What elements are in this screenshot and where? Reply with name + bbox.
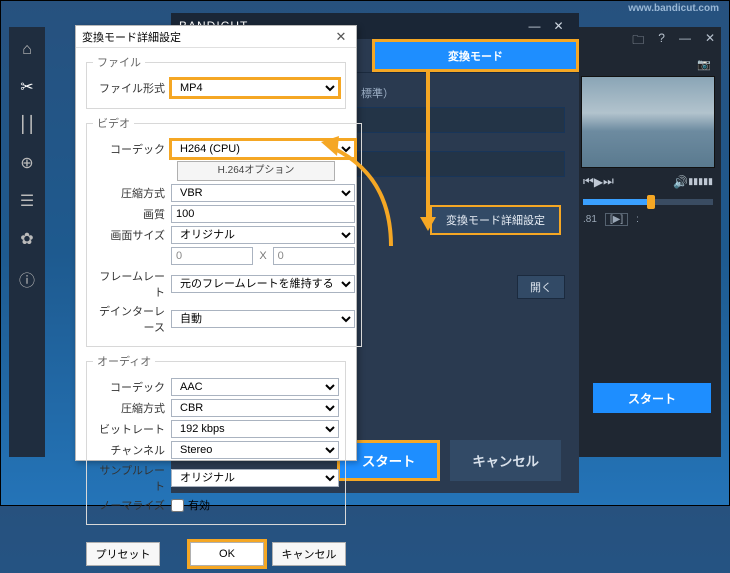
quality-label: 画質 (93, 206, 171, 222)
video-codec-select[interactable]: H264 (CPU) (171, 140, 355, 158)
ok-button[interactable]: OK (190, 542, 264, 566)
play-mark[interactable]: [▶] (605, 213, 628, 226)
camera-icon[interactable]: 📷 (697, 58, 711, 71)
video-preview (581, 76, 715, 168)
codec-label: コーデック (93, 141, 171, 157)
play-icon[interactable]: ▶ (594, 175, 603, 189)
compress-mode-select[interactable]: VBR (171, 184, 355, 202)
samplerate-select[interactable]: オリジナル (171, 469, 339, 487)
mode-detail-button[interactable]: 変換モード詳細設定 (430, 205, 561, 235)
deinterlace-select[interactable]: 自動 (171, 310, 355, 328)
bitrate-select[interactable]: 192 kbps (171, 420, 339, 438)
split-icon[interactable]: ⎮⎮ (19, 115, 36, 135)
h264-options-button[interactable]: H.264オプション (177, 161, 335, 181)
width-input[interactable] (171, 247, 253, 265)
audio-compress-label: 圧縮方式 (93, 400, 171, 416)
normalize-checkbox[interactable] (171, 499, 184, 512)
normalize-label: ノーマライズ (93, 497, 171, 513)
dialog-title: 変換モード詳細設定 (82, 29, 181, 45)
dialog-cancel-button[interactable]: キャンセル (272, 542, 346, 566)
cancel-button[interactable]: キャンセル (450, 440, 561, 481)
prev-icon[interactable]: ⏮ (583, 174, 594, 189)
main-sidebar: ⌂ ✂ ⎮⎮ ⊕ ☰ ✿ ⓘ (9, 27, 45, 457)
framerate-select[interactable]: 元のフレームレートを維持する (171, 275, 355, 293)
video-legend: ビデオ (93, 115, 134, 131)
file-legend: ファイル (93, 54, 145, 70)
screen-size-select[interactable]: オリジナル (171, 226, 355, 244)
samplerate-label: サンプルレート (93, 462, 171, 494)
channel-label: チャンネル (93, 442, 171, 458)
settings-dialog: 変換モード詳細設定 ✕ ファイル ファイル形式 MP4 ビデオ コーデック H2… (75, 25, 357, 461)
compress-mode-label: 圧縮方式 (93, 185, 171, 201)
file-format-select[interactable]: MP4 (171, 79, 339, 97)
info-icon[interactable]: ⓘ (19, 267, 35, 291)
screen-size-label: 画面サイズ (93, 227, 171, 243)
quality-input[interactable] (171, 205, 355, 223)
timeline-thumb[interactable] (647, 195, 655, 209)
deinterlace-label: デインターレース (93, 303, 171, 335)
preview-start-button[interactable]: スタート (593, 383, 711, 413)
volume-bars[interactable]: ▮▮▮▮▮ (688, 176, 713, 187)
menu-icon[interactable]: ☰ (20, 191, 34, 211)
volume-icon[interactable]: 🔊 (673, 175, 688, 189)
video-fieldset: ビデオ コーデック H264 (CPU) H.264オプション 圧縮方式 VBR… (86, 115, 362, 347)
bc-close-icon[interactable]: ✕ (547, 19, 571, 33)
audio-legend: オーディオ (93, 353, 155, 369)
settings-icon[interactable]: ✿ (20, 229, 33, 249)
dialog-close-icon[interactable]: ✕ (332, 29, 350, 45)
cut-icon[interactable]: ✂ (20, 77, 33, 97)
file-fieldset: ファイル ファイル形式 MP4 (86, 54, 346, 109)
readout-colons: : (636, 214, 639, 225)
join-icon[interactable]: ⊕ (20, 153, 33, 173)
bc-minimize-icon[interactable]: — (523, 19, 547, 33)
watermark: www.bandicut.com (628, 3, 719, 14)
file-format-label: ファイル形式 (93, 80, 171, 96)
help-icon[interactable]: ? (658, 31, 665, 52)
folder-icon[interactable]: 🗀 (632, 31, 644, 52)
preset-button[interactable]: プリセット (86, 542, 160, 566)
close-icon[interactable]: ✕ (705, 31, 715, 52)
browse-button[interactable]: 開く (517, 275, 565, 299)
audio-codec-select[interactable]: AAC (171, 378, 339, 396)
next-icon[interactable]: ⏭ (603, 174, 614, 189)
channel-select[interactable]: Stereo (171, 441, 339, 459)
height-input[interactable] (273, 247, 355, 265)
x-separator: X (259, 250, 266, 262)
timeline-slider[interactable] (583, 199, 713, 205)
time-readout: .81 (583, 214, 597, 225)
audio-compress-select[interactable]: CBR (171, 399, 339, 417)
framerate-label: フレームレート (93, 268, 171, 300)
normalize-text: 有効 (188, 497, 210, 513)
home-icon[interactable]: ⌂ (22, 41, 32, 59)
tab-convert-mode[interactable]: 変換モード (372, 39, 579, 72)
bitrate-label: ビットレート (93, 421, 171, 437)
audio-codec-label: コーデック (93, 379, 171, 395)
preview-pane: 🗀 ? — ✕ 📷 ⏮ ▶ ⏭ 🔊 ▮▮▮▮▮ .81 [▶] : スタート (575, 27, 721, 457)
audio-fieldset: オーディオ コーデック AAC 圧縮方式 CBR ビットレート 192 kbps… (86, 353, 346, 525)
minimize-icon[interactable]: — (679, 31, 691, 52)
